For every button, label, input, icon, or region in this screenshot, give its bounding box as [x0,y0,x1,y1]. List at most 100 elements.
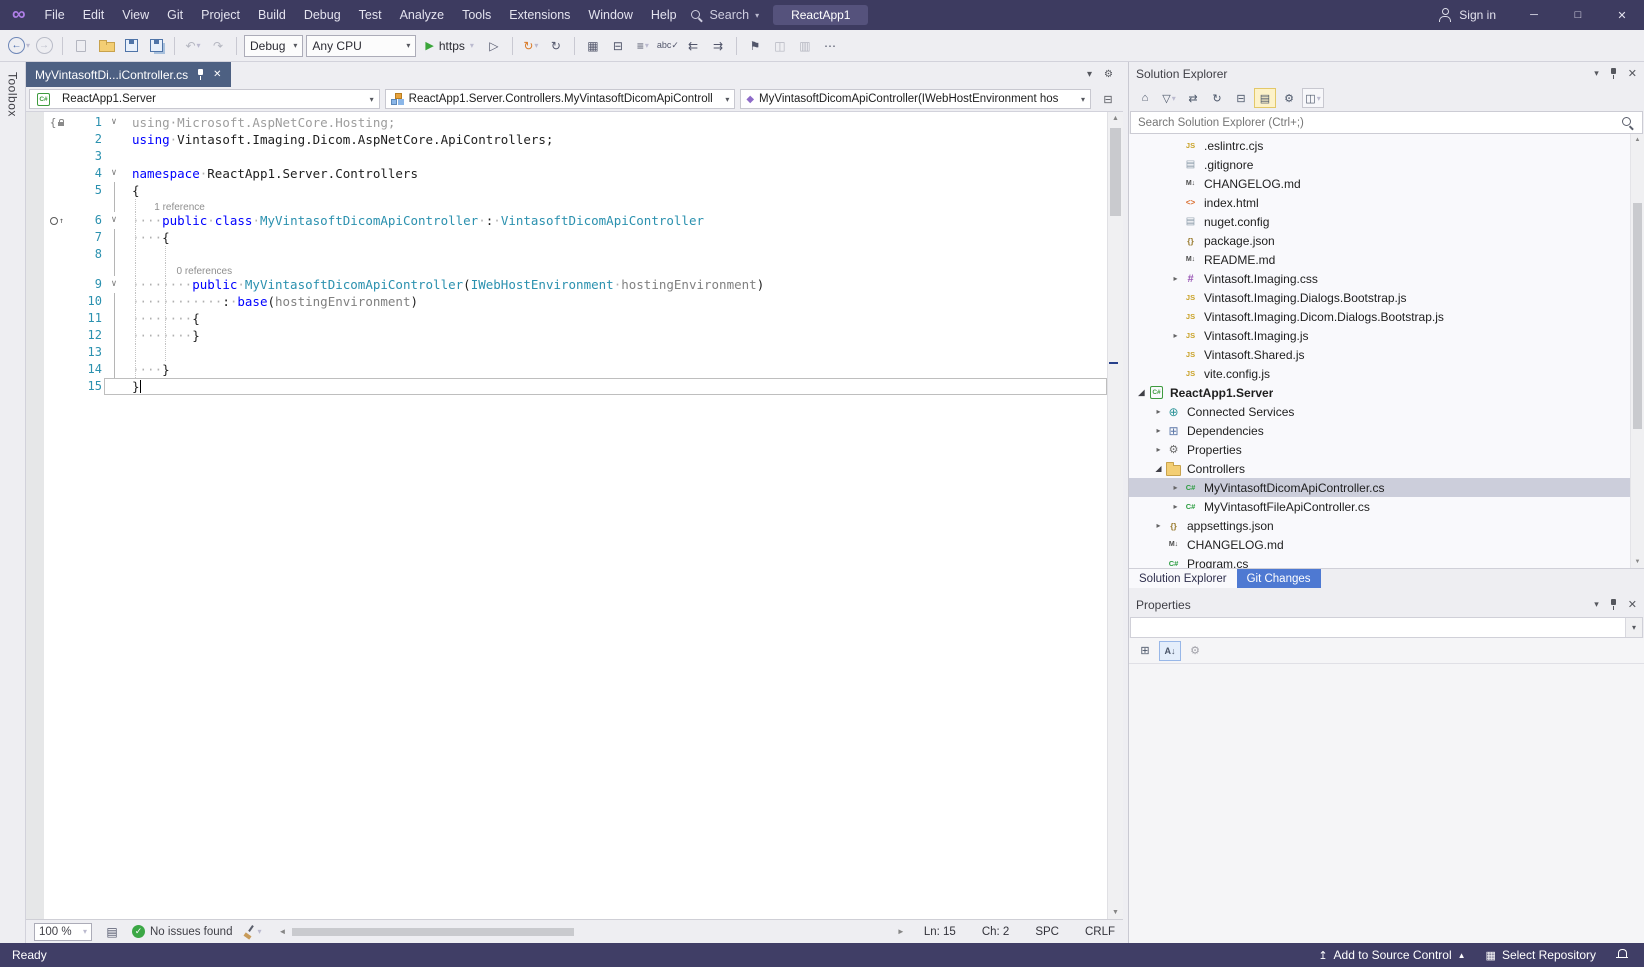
tree-item-reactapp1-server[interactable]: ◢ ReactApp1.Server [1129,383,1644,402]
breakpoint-margin[interactable] [26,327,44,344]
line-ending-indicator[interactable]: CRLF [1085,926,1115,938]
tree-item--eslintrc-cjs[interactable]: .eslintrc.cjs [1129,136,1644,155]
collapse-arrow-icon[interactable]: ◢ [1152,464,1165,473]
alphabetical-icon[interactable]: A↓ [1159,640,1181,661]
scrollbar-thumb[interactable] [1633,203,1642,430]
property-pages-icon[interactable]: ⚙ [1184,641,1206,661]
tree-item-program-cs[interactable]: Program.cs [1129,554,1644,569]
tree-item-nuget-config[interactable]: nuget.config [1129,212,1644,231]
fold-chevron-icon[interactable]: ∨ [104,165,124,182]
editor-horizontal-scrollbar[interactable]: ◄ ► [278,925,905,939]
menu-debug[interactable]: Debug [295,0,350,30]
tree-item-readme-md[interactable]: README.md [1129,250,1644,269]
code-line[interactable]: 13 [26,344,1107,361]
expand-arrow-icon[interactable]: ▸ [1169,483,1182,492]
breakpoint-margin[interactable] [26,165,44,182]
expand-arrow-icon[interactable]: ▸ [1169,331,1182,340]
expand-arrow-icon[interactable]: ▸ [1152,521,1165,530]
tree-item-connected-services[interactable]: ▸ Connected Services [1129,402,1644,421]
code-cleanup-button[interactable]: ▾ [241,921,263,943]
save-all-button[interactable] [145,35,167,57]
toolbox-tab[interactable]: Toolbox [0,62,26,943]
window-position-icon[interactable]: ▾ [1594,68,1599,79]
project-dropdown[interactable]: ReactApp1.Server ▾ [29,89,380,109]
document-tab[interactable]: MyVintasoftDi...iController.cs ✕ [26,62,231,87]
breakpoint-margin[interactable] [26,378,44,395]
breakpoint-margin[interactable] [26,199,44,212]
undo-button[interactable]: ↶ ▾ [182,35,204,57]
scrollbar-thumb[interactable] [1110,128,1121,216]
code-text[interactable]: ····{ [124,229,1107,246]
zoom-select[interactable]: 100 % ▾ [34,922,92,941]
breakpoint-margin[interactable] [26,246,44,263]
collapse-arrow-icon[interactable]: ◢ [1135,388,1148,397]
close-tab-icon[interactable]: ✕ [213,69,221,80]
fold-chevron-icon[interactable]: ∨ [104,212,124,229]
bookmark-button[interactable]: ⚑ [744,35,766,57]
code-line[interactable]: 2 using·Vintasoft.Imaging.Dicom.AspNetCor… [26,131,1107,148]
tab-layout-icon[interactable]: ⚙ [1104,69,1113,80]
configuration-select[interactable]: Debug ▾ [244,34,304,57]
breakpoint-margin[interactable] [26,229,44,246]
tree-item-index-html[interactable]: index.html [1129,193,1644,212]
scrollbar-thumb[interactable] [292,927,575,936]
breakpoint-margin[interactable] [26,344,44,361]
breakpoint-margin[interactable] [26,182,44,199]
show-all-files-icon[interactable]: ▤ [1254,88,1276,108]
code-text[interactable] [124,148,1107,165]
breakpoint-margin[interactable] [26,361,44,378]
scroll-up-icon[interactable]: ▲ [1108,115,1123,122]
find-in-files-button[interactable]: ▦ [582,35,604,57]
code-line[interactable]: 10 ············:·base(hostingEnvironment) [26,293,1107,310]
tree-item-myvintasoftdicomapicontroller-cs[interactable]: ▸ MyVintasoftDicomApiController.cs [1129,478,1644,497]
sync-with-active-document-icon[interactable]: ⇄ [1182,88,1204,108]
breakpoint-margin[interactable] [26,293,44,310]
fold-chevron-icon[interactable]: ∨ [104,276,124,293]
code-text[interactable]: ········public·MyVintasoftDicomApiContro… [124,276,1107,293]
tree-item-controllers[interactable]: ◢ Controllers [1129,459,1644,478]
hot-reload-button[interactable]: ↻ ▾ [520,35,542,57]
split-editor-icon[interactable]: ⊟ [1096,93,1120,106]
menu-test[interactable]: Test [350,0,391,30]
code-text[interactable]: 1 reference [124,199,1107,213]
menu-build[interactable]: Build [249,0,295,30]
code-text[interactable]: ····} [124,361,1107,378]
menu-edit[interactable]: Edit [74,0,114,30]
window-position-icon[interactable]: ▾ [1594,599,1599,610]
tree-item-vite-config-js[interactable]: vite.config.js [1129,364,1644,383]
tree-item-vintasoft-imaging-dialogs-bootstrap-js[interactable]: Vintasoft.Imaging.Dialogs.Bootstrap.js [1129,288,1644,307]
breakpoint-margin[interactable] [26,310,44,327]
select-repository-button[interactable]: ▦ Select Repository [1486,948,1596,962]
code-line[interactable]: 14 ····} [26,361,1107,378]
tree-item-changelog-md[interactable]: CHANGELOG.md [1129,535,1644,554]
solution-badge[interactable]: ReactApp1 [773,5,869,25]
code-line[interactable]: 11 ········{ [26,310,1107,327]
platform-select[interactable]: Any CPU ▾ [306,34,417,57]
pin-icon[interactable] [1609,67,1618,80]
code-text[interactable] [124,246,1107,263]
issues-indicator[interactable]: ✓ No issues found [132,925,232,938]
menu-window[interactable]: Window [579,0,641,30]
tree-item-appsettings-json[interactable]: ▸ appsettings.json [1129,516,1644,535]
breakpoint-margin[interactable] [26,212,44,229]
code-text[interactable]: ····public·class·MyVintasoftDicomApiCont… [124,212,1107,229]
open-file-button[interactable] [95,35,117,57]
toolbar-overflow-button[interactable]: ⋯ [819,35,841,57]
code-text[interactable]: ············:·base(hostingEnvironment) [124,293,1107,310]
column-indicator[interactable]: Ch: 2 [982,926,1010,938]
code-text[interactable] [124,344,1107,361]
close-icon[interactable]: ✕ [1628,67,1637,80]
restart-button[interactable]: ↻ [545,35,567,57]
start-without-debugging-button[interactable]: ▷ [483,35,505,57]
navigate-backward-button[interactable]: ← ▾ [8,35,30,57]
start-debugging-button[interactable]: ▶ https ▾ [419,35,480,57]
code-line[interactable]: ↑ 6 ∨ ····public·class·MyVintasoftDicomApiC… [26,212,1107,229]
code-text[interactable]: ········{ [124,310,1107,327]
maximize-button[interactable]: □ [1556,0,1600,30]
chevron-down-icon[interactable]: ▾ [1625,618,1642,637]
inheritance-glyph-icon[interactable]: ↑ [44,212,70,229]
menu-tools[interactable]: Tools [453,0,500,30]
notifications-bell-icon[interactable] [1616,949,1628,961]
search-input[interactable] [1131,116,1621,129]
code-line[interactable]: {1 ∨ using·Microsoft.AspNetCore.Hosting; [26,114,1107,131]
